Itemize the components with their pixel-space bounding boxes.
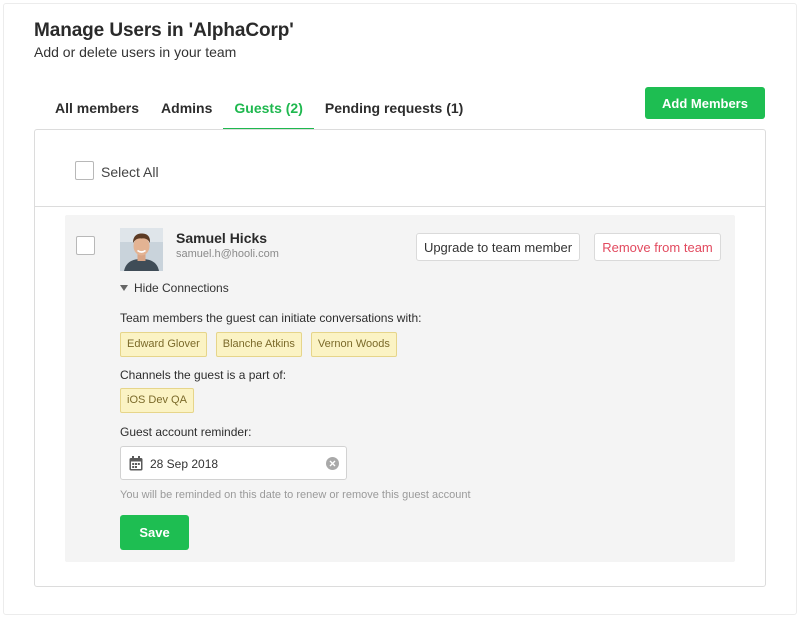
tab-all-members[interactable]: All members — [44, 96, 150, 130]
select-all-row: Select All — [35, 130, 765, 207]
channel-tag: iOS Dev QA — [120, 388, 194, 413]
avatar-photo-icon — [120, 228, 163, 271]
member-name: Samuel Hicks — [176, 230, 268, 246]
upgrade-to-team-member-button[interactable]: Upgrade to team member — [416, 233, 580, 261]
tab-guests[interactable]: Guests (2) — [223, 96, 315, 130]
hide-connections-toggle[interactable]: Hide Connections — [120, 281, 229, 295]
reminder-label: Guest account reminder: — [120, 425, 252, 439]
reminder-note: You will be reminded on this date to ren… — [120, 489, 471, 501]
remove-from-team-button[interactable]: Remove from team — [594, 233, 721, 261]
conversations-label: Team members the guest can initiate conv… — [120, 311, 422, 325]
channels-list: iOS Dev QA — [120, 388, 194, 413]
tab-bar: All members Admins Guests (2) Pending re… — [44, 96, 474, 130]
calendar-icon — [129, 456, 143, 471]
member-tag: Vernon Woods — [310, 332, 397, 357]
select-all-checkbox[interactable] — [75, 161, 94, 180]
member-checkbox[interactable] — [76, 236, 95, 255]
tab-pending-requests[interactable]: Pending requests (1) — [314, 96, 474, 130]
reminder-date-field[interactable]: 28 Sep 2018 — [120, 446, 347, 480]
conversation-members-list: Edward Glover Blanche Atkins Vernon Wood… — [120, 332, 397, 357]
avatar — [120, 228, 163, 271]
member-card: Samuel Hicks samuel.h@hooli.com Upgrade … — [65, 215, 735, 562]
member-tag: Edward Glover — [120, 332, 207, 357]
members-panel: Select All Samuel Hicks samuel.h@hooli.c… — [34, 129, 766, 587]
hide-connections-label: Hide Connections — [134, 281, 229, 295]
tab-admins[interactable]: Admins — [150, 96, 223, 130]
member-email: samuel.h@hooli.com — [176, 248, 279, 260]
page-title: Manage Users in 'AlphaCorp' — [34, 20, 294, 41]
triangle-down-icon — [120, 285, 128, 291]
channels-label: Channels the guest is a part of: — [120, 368, 287, 382]
select-all-label: Select All — [101, 164, 159, 180]
clear-icon[interactable] — [326, 457, 339, 470]
reminder-date-value: 28 Sep 2018 — [150, 457, 219, 471]
page-subtitle: Add or delete users in your team — [34, 44, 237, 60]
member-tag: Blanche Atkins — [215, 332, 302, 357]
save-button[interactable]: Save — [120, 515, 189, 550]
add-members-button[interactable]: Add Members — [645, 87, 765, 119]
